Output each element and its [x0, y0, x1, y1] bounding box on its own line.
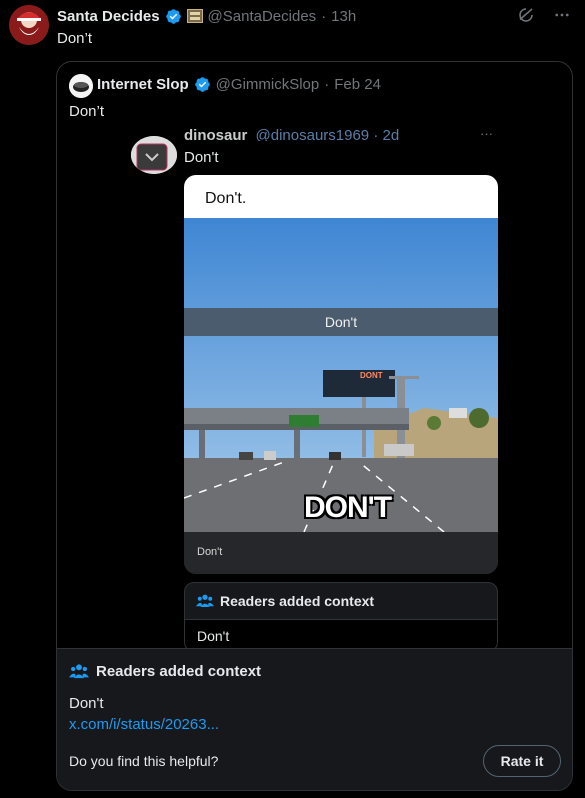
more-icon[interactable]	[553, 6, 571, 24]
quote-text: Don’t	[69, 103, 105, 120]
tweet-header: Santa Decides @SantaDecides · 13h	[57, 6, 356, 26]
meme-image[interactable]: Don't. Don't DONT DON'T Don't	[184, 175, 498, 574]
tweet-text: Don’t	[57, 30, 93, 47]
context-text: Don't	[69, 695, 104, 712]
avatar[interactable]	[9, 5, 49, 45]
affiliate-badge-icon	[186, 9, 203, 23]
inner-avatar	[131, 136, 177, 174]
quoted-tweet[interactable]: Internet Slop @GimmickSlop · Feb 24 Don’…	[56, 61, 573, 791]
context-title: Readers added context	[96, 663, 262, 680]
quote-author-handle[interactable]: @GimmickSlop	[216, 76, 320, 93]
inner-notes-title: Readers added context	[220, 593, 375, 609]
meme-footer: Don't	[184, 532, 498, 574]
inner-author-handle: @dinosaurs1969 · 2d	[255, 127, 400, 141]
tweet-actions-top	[517, 6, 571, 24]
meme-photo	[184, 218, 498, 532]
inner-readers-context: Readers added context Don't	[184, 582, 498, 652]
quote-header: Internet Slop @GimmickSlop · Feb 24	[97, 76, 381, 93]
verified-badge-icon	[194, 77, 210, 92]
meme-big-caption: DON'T	[304, 491, 392, 524]
rate-it-button[interactable]: Rate it	[483, 745, 561, 777]
inner-author-name: dinosaur	[184, 127, 248, 141]
inner-notes-text: Don't	[197, 628, 230, 644]
people-icon	[69, 664, 89, 679]
quote-avatar[interactable]	[69, 74, 93, 98]
inner-more-icon: ···	[480, 126, 493, 138]
quote-author-name[interactable]: Internet Slop	[97, 76, 189, 93]
grok-icon[interactable]	[517, 6, 535, 24]
separator-dot: ·	[324, 76, 330, 93]
meme-caption-top: Don't.	[184, 175, 498, 218]
separator-dot: ·	[321, 7, 327, 25]
people-icon	[196, 594, 214, 607]
inner-header: dinosaur @dinosaurs1969 · 2d	[184, 127, 399, 141]
meme-banner: Don't	[324, 314, 358, 330]
tweet-time[interactable]: 13h	[331, 8, 356, 25]
readers-context-panel: Readers added context Don't x.com/i/stat…	[57, 648, 572, 790]
inner-text: Don't	[184, 149, 219, 166]
billboard-text: DONT	[360, 371, 383, 380]
verified-badge-icon	[165, 8, 181, 24]
author-handle[interactable]: @SantaDecides	[208, 8, 317, 25]
quote-date[interactable]: Feb 24	[334, 76, 381, 93]
helpful-question: Do you find this helpful?	[69, 753, 219, 769]
author-name[interactable]: Santa Decides	[57, 8, 160, 25]
context-link[interactable]: x.com/i/status/20263...	[69, 716, 219, 733]
